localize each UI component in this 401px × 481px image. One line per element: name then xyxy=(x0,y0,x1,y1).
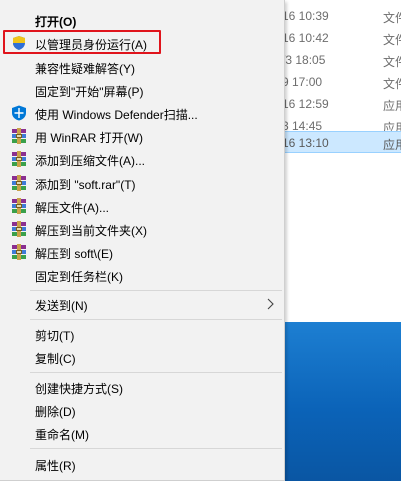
file-type: 文件 xyxy=(383,11,401,25)
menu-item-label: 固定到任务栏(K) xyxy=(35,270,123,284)
menu-item-winrar-open[interactable]: 用 WinRAR 打开(W) xyxy=(0,125,284,147)
menu-item-label: 剪切(T) xyxy=(35,329,75,343)
menu-separator xyxy=(30,372,282,373)
winrar-icon xyxy=(11,221,27,237)
menu-item-label: 重命名(M) xyxy=(35,428,89,442)
menu-item-add-to-archive[interactable]: 添加到压缩文件(A)... xyxy=(0,148,284,170)
winrar-icon xyxy=(11,198,27,214)
menu-item-delete[interactable]: 删除(D) xyxy=(0,399,284,421)
file-date: 16 10:42 xyxy=(282,31,329,45)
menu-item-label: 用 WinRAR 打开(W) xyxy=(35,131,143,145)
menu-item-label: 使用 Windows Defender扫描... xyxy=(35,108,198,122)
windows-defender-icon xyxy=(11,105,27,121)
menu-item-add-to-soft-rar[interactable]: 添加到 "soft.rar"(T) xyxy=(0,172,284,194)
menu-item-compatibility[interactable]: 兼容性疑难解答(Y) xyxy=(0,56,284,78)
menu-item-label: 固定到"开始"屏幕(P) xyxy=(35,85,144,99)
menu-item-label: 删除(D) xyxy=(35,405,76,419)
context-menu: 打开(O) 以管理员身份运行(A) 兼容性疑难解答(Y) 固定到"开始"屏幕(P… xyxy=(0,0,285,481)
file-date: /3 18:05 xyxy=(282,53,326,67)
file-type: 文件 xyxy=(383,33,401,47)
file-date: 16 13:10 xyxy=(282,136,329,150)
winrar-icon xyxy=(11,175,27,191)
menu-item-label: 创建快捷方式(S) xyxy=(35,382,123,396)
file-type: 文件 xyxy=(383,55,401,69)
file-type: 应用 xyxy=(383,138,401,152)
file-type: 文件 xyxy=(383,77,401,91)
menu-item-create-shortcut[interactable]: 创建快捷方式(S) xyxy=(0,376,284,398)
menu-item-defender-scan[interactable]: 使用 Windows Defender扫描... xyxy=(0,102,284,124)
menu-item-label: 解压到 soft\(E) xyxy=(35,247,114,261)
menu-item-cut[interactable]: 剪切(T) xyxy=(0,323,284,345)
menu-item-extract-here[interactable]: 解压到当前文件夹(X) xyxy=(0,218,284,240)
menu-item-label: 添加到压缩文件(A)... xyxy=(35,154,145,168)
menu-item-label: 复制(C) xyxy=(35,352,76,366)
menu-item-label: 属性(R) xyxy=(35,459,76,473)
menu-item-label: 解压文件(A)... xyxy=(35,201,109,215)
winrar-icon xyxy=(11,151,27,167)
menu-item-label: 添加到 "soft.rar"(T) xyxy=(35,178,136,192)
file-date: 16 10:39 xyxy=(282,9,329,23)
winrar-icon xyxy=(11,128,27,144)
menu-item-label: 打开(O) xyxy=(35,15,77,29)
menu-item-open[interactable]: 打开(O) xyxy=(0,9,284,31)
menu-item-pin-taskbar[interactable]: 固定到任务栏(K) xyxy=(0,264,284,286)
menu-separator xyxy=(30,448,282,449)
menu-item-pin-start[interactable]: 固定到"开始"屏幕(P) xyxy=(0,79,284,101)
menu-item-copy[interactable]: 复制(C) xyxy=(0,346,284,368)
winrar-icon xyxy=(11,244,27,260)
menu-item-properties[interactable]: 属性(R) xyxy=(0,453,284,475)
menu-separator xyxy=(30,319,282,320)
menu-separator xyxy=(30,290,282,291)
chevron-right-icon xyxy=(265,298,275,310)
menu-item-label: 兼容性疑难解答(Y) xyxy=(35,62,135,76)
file-date: 16 12:59 xyxy=(282,97,329,111)
menu-item-label: 发送到(N) xyxy=(35,299,88,313)
file-date: 9 17:00 xyxy=(282,75,323,89)
menu-item-label: 解压到当前文件夹(X) xyxy=(35,224,147,238)
desktop-background xyxy=(285,322,401,481)
menu-item-extract-to-soft[interactable]: 解压到 soft\(E) xyxy=(0,241,284,263)
highlight-annotation-box xyxy=(3,30,161,54)
menu-item-rename[interactable]: 重命名(M) xyxy=(0,422,284,444)
menu-item-extract-files[interactable]: 解压文件(A)... xyxy=(0,195,284,217)
menu-item-send-to[interactable]: 发送到(N) xyxy=(0,293,284,315)
file-type: 应用 xyxy=(383,99,401,113)
